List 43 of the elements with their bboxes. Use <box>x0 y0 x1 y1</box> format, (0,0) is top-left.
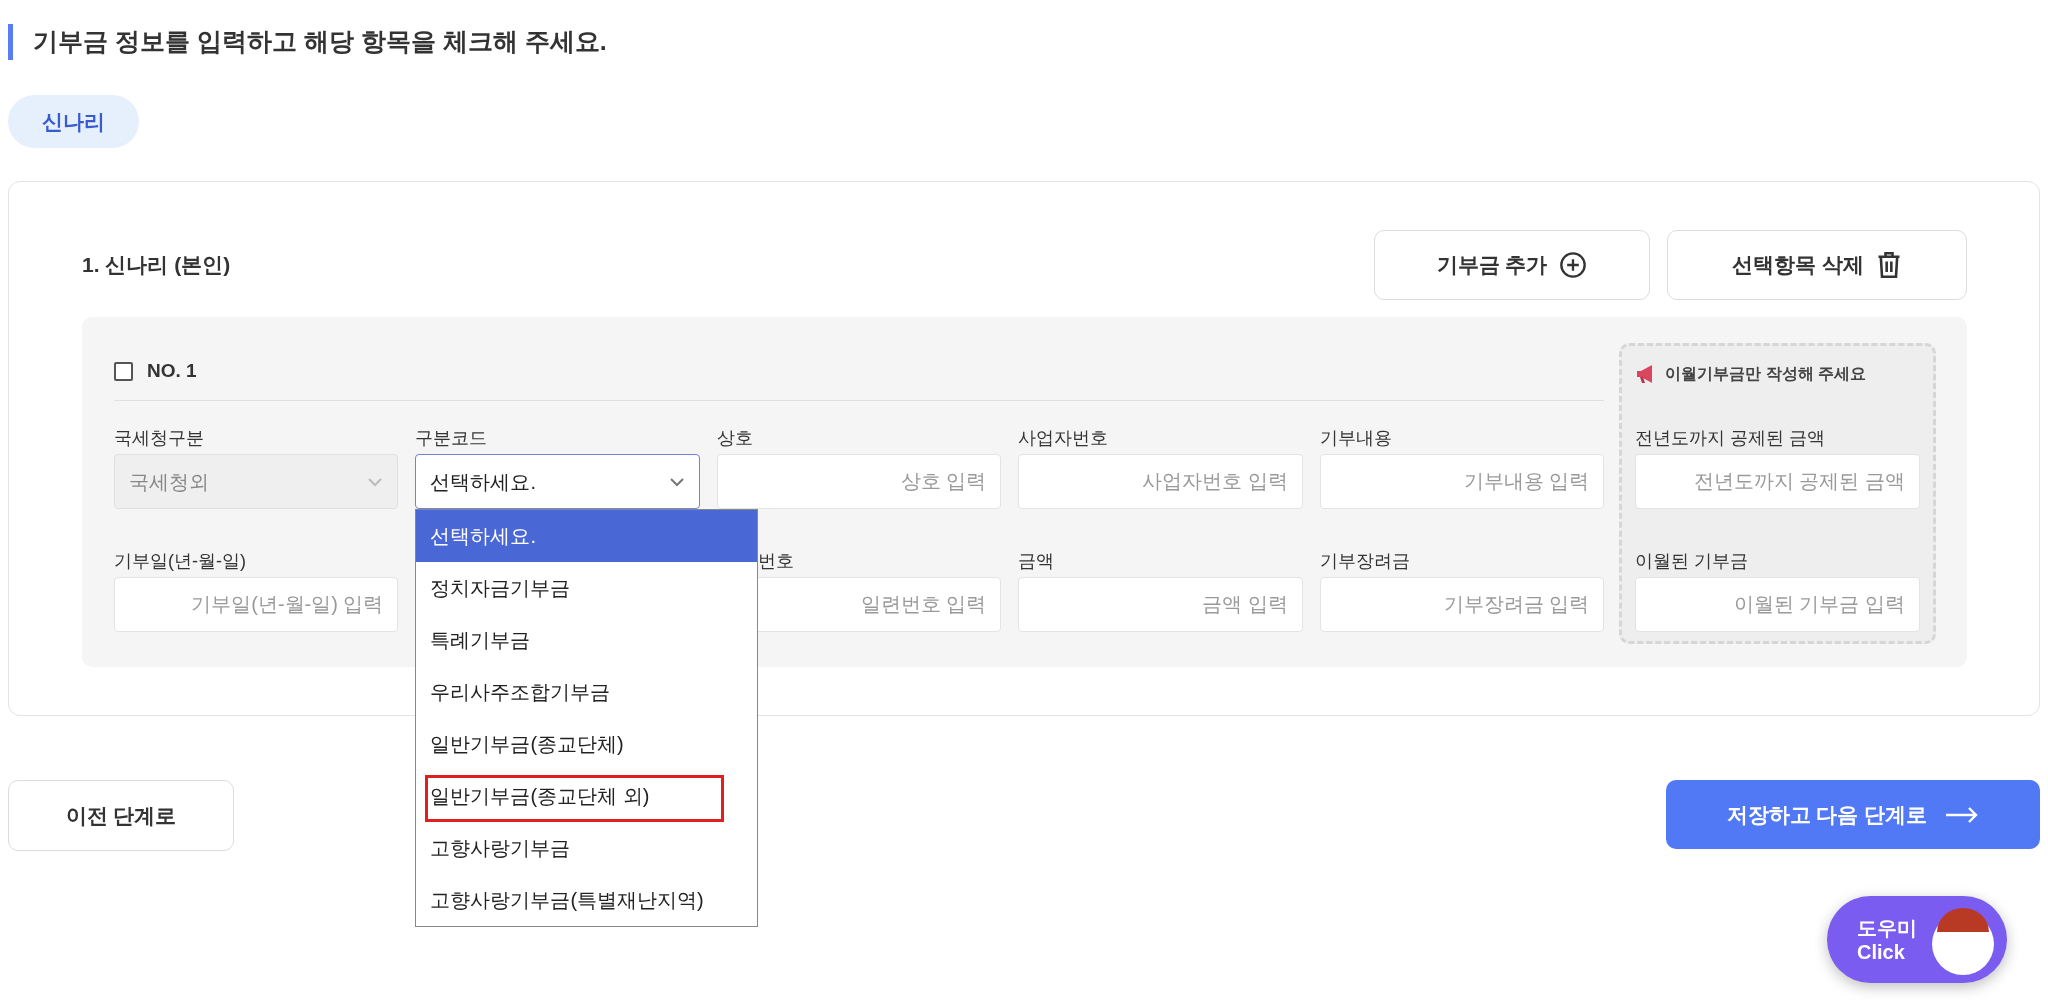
helper-text: 도우미 <box>1857 915 1917 940</box>
page-heading: 기부금 정보를 입력하고 해당 항목을 체크해 주세요. <box>33 26 607 58</box>
field-label: 기부장려금 <box>1319 550 1411 573</box>
chevron-down-icon <box>668 476 685 487</box>
input-field[interactable]: 상호 입력 <box>716 454 1002 509</box>
field-label: 기부내용 <box>1319 427 1393 450</box>
input-field[interactable]: 기부내용 입력 <box>1319 454 1605 509</box>
input-field[interactable]: 사업자번호 입력 <box>1018 454 1303 509</box>
helper-text: Click <box>1857 939 1906 964</box>
arrow-right-icon <box>1945 805 1980 824</box>
dropdown-option[interactable]: 고향사랑기부금 <box>416 822 758 874</box>
delete-selected-button[interactable]: 선택항목 삭제 <box>1667 230 1967 300</box>
field-label: 사업자번호 <box>1018 427 1110 450</box>
person-tab[interactable]: 신나리 <box>8 95 139 148</box>
dropdown-option[interactable]: 선택하세요. <box>416 510 758 562</box>
dropdown-option[interactable]: 고향사랑기부금(특별재난지역) <box>416 874 758 926</box>
dropdown-option[interactable]: 일반기부금(종교단체) <box>416 718 758 770</box>
input-field[interactable]: 기부일(년-월-일) 입력 <box>114 577 399 632</box>
select-field[interactable]: 선택하세요. <box>415 454 700 509</box>
plus-circle-icon <box>1559 251 1588 279</box>
notice-text: 이월기부금만 작성해 주세요 <box>1665 363 1867 384</box>
checkbox[interactable] <box>114 362 133 381</box>
dropdown-option[interactable]: 일반기부금(종교단체 외) <box>416 770 758 822</box>
helper-button[interactable]: 도우미 Click <box>1827 896 2007 983</box>
save-next-button[interactable]: 저장하고 다음 단계로 <box>1666 780 2040 849</box>
field-label: 이월된 기부금 <box>1635 550 1750 573</box>
field-label: 구분코드 <box>415 427 489 450</box>
person-title: 1. 신나리 (본인) <box>82 252 231 279</box>
chevron-down-icon <box>367 476 384 487</box>
field-label: 금액 <box>1018 550 1056 573</box>
field-label: 번호 <box>756 550 795 573</box>
add-donation-button[interactable]: 기부금 추가 <box>1374 230 1650 300</box>
input-field[interactable]: 전년도까지 공제된 금액 <box>1635 454 1920 509</box>
field-label: 국세청구분 <box>114 427 205 450</box>
field-label: 전년도까지 공제된 금액 <box>1635 427 1827 450</box>
input-field[interactable]: 금액 입력 <box>1018 577 1303 632</box>
input-field[interactable]: 이월된 기부금 입력 <box>1635 577 1920 632</box>
dropdown-option[interactable]: 우리사주조합기부금 <box>416 666 758 718</box>
field-label: 상호 <box>716 427 754 450</box>
input-field[interactable]: 기부장려금 입력 <box>1319 577 1605 632</box>
entry-number: NO. 1 <box>147 359 197 384</box>
previous-step-button[interactable]: 이전 단계로 <box>8 780 234 851</box>
field-label: 기부일(년-월-일) <box>114 550 247 573</box>
